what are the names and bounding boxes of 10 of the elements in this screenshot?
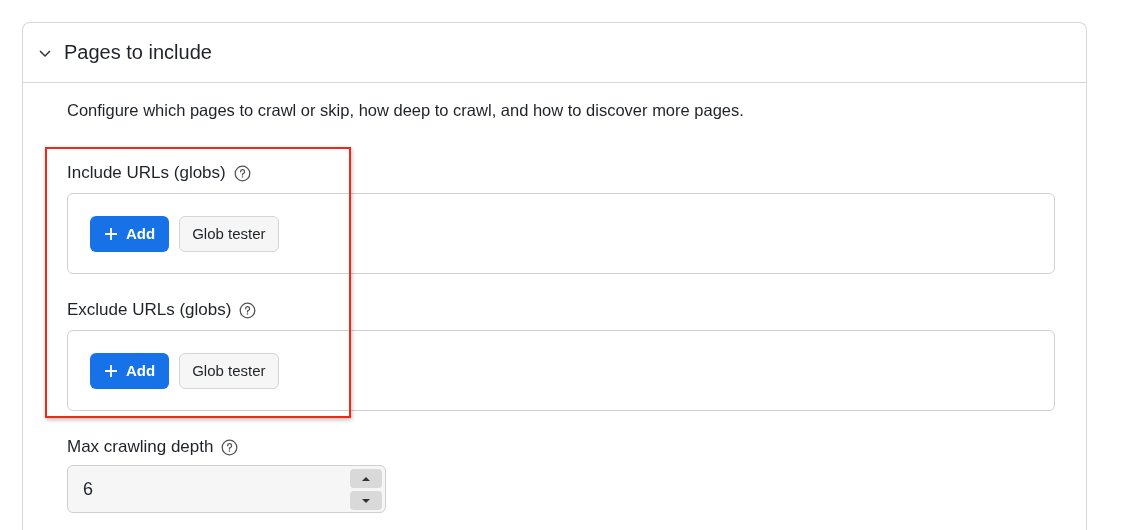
section-title[interactable]: Pages to include bbox=[64, 41, 212, 64]
field-label: Exclude URLs (globs) bbox=[67, 300, 232, 320]
field-label: Max crawling depth bbox=[67, 437, 214, 457]
add-button[interactable]: Add bbox=[90, 352, 170, 389]
number-input[interactable]: 6 bbox=[67, 465, 386, 513]
glob-tester-button[interactable]: Glob tester bbox=[179, 352, 279, 389]
glob-tester-button[interactable]: Glob tester bbox=[179, 215, 279, 252]
section-description: Configure which pages to crawl or skip, how deep to crawl, and how to discover more pages. bbox=[67, 101, 745, 120]
field-label: Include URLs (globs) bbox=[67, 163, 226, 183]
add-button[interactable]: Add bbox=[90, 215, 170, 252]
